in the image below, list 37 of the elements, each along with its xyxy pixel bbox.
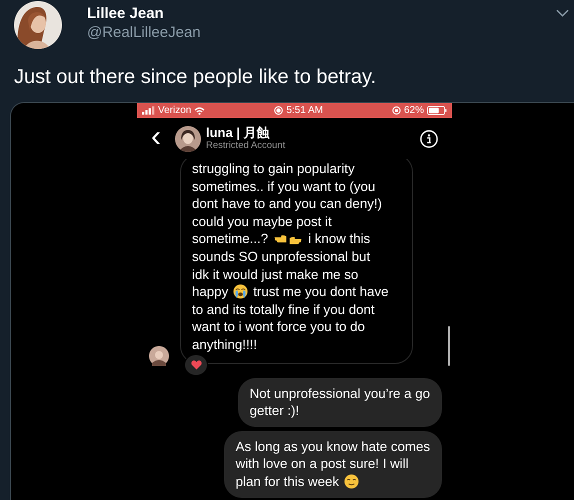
message-text: sounds SO unprofessional but	[192, 248, 370, 266]
back-button[interactable]: ‹	[151, 122, 161, 152]
chevron-down-icon[interactable]	[556, 9, 569, 17]
contact-name: luna | 月蝕	[206, 125, 271, 140]
rotation-lock-icon	[392, 106, 401, 115]
pointing-hands-icon	[273, 233, 304, 246]
record-icon	[274, 106, 284, 115]
status-time: 5:51 AM	[286, 105, 324, 116]
message-text: to and its totally fine if you dont	[192, 300, 375, 318]
author-name[interactable]: Lillee Jean	[87, 5, 201, 23]
message-text: dont have to and you can deny!)	[192, 195, 382, 213]
message-text: sometime...?	[192, 230, 268, 248]
message-text: sometimes.. if you want to (you	[192, 178, 376, 196]
wifi-icon	[194, 106, 206, 114]
message-text: with love on a post sure! I will	[236, 455, 409, 473]
message-text: As long as you know hate comes	[236, 438, 430, 456]
message-text: trust me you dont have	[253, 283, 388, 301]
message-text: could you maybe post it	[192, 212, 332, 230]
message-text: struggling to gain popularity	[192, 160, 355, 178]
signal-icon	[142, 106, 155, 115]
message-text: anything!!!!	[192, 336, 258, 354]
carrier-name: Verizon	[158, 105, 192, 116]
message-text: plan for this week	[236, 472, 340, 490]
crying-face-icon	[233, 284, 248, 300]
message-text: idk it would just make me so	[192, 266, 358, 284]
message-text: want to i wont force you to do	[192, 318, 365, 336]
message-text: getter :)!	[250, 402, 300, 420]
message-text: happy	[192, 283, 228, 301]
message-text: i know this	[308, 230, 370, 248]
author-handle[interactable]: @RealLilleeJean	[87, 23, 201, 43]
battery-percent: 62%	[404, 105, 424, 116]
battery-icon	[426, 106, 447, 115]
smiling-face-icon	[344, 474, 360, 490]
tweet-text: Just out there since people like to betray.	[14, 65, 378, 89]
info-icon[interactable]	[420, 130, 438, 148]
message-text: Not unprofessional you’re a go	[250, 384, 430, 402]
contact-status: Restricted Account	[206, 140, 286, 152]
